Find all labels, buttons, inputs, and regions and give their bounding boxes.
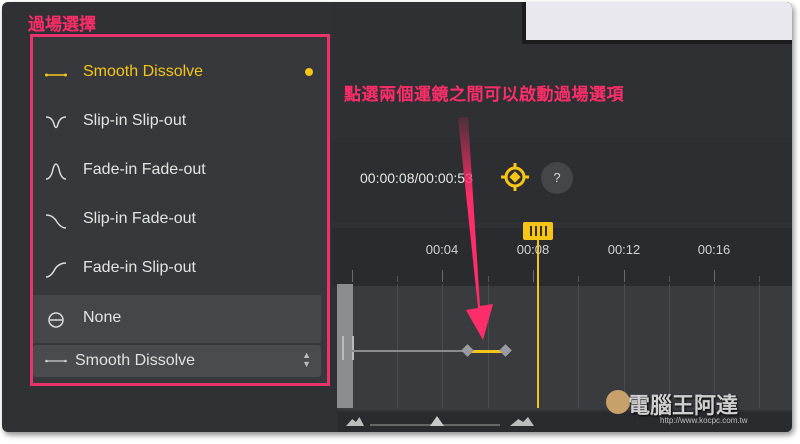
watermark-mascot-icon: [606, 390, 630, 414]
watermark-url: http://www.kocpc.com.tw: [660, 416, 748, 425]
annotation-arrow-icon: [458, 117, 493, 340]
